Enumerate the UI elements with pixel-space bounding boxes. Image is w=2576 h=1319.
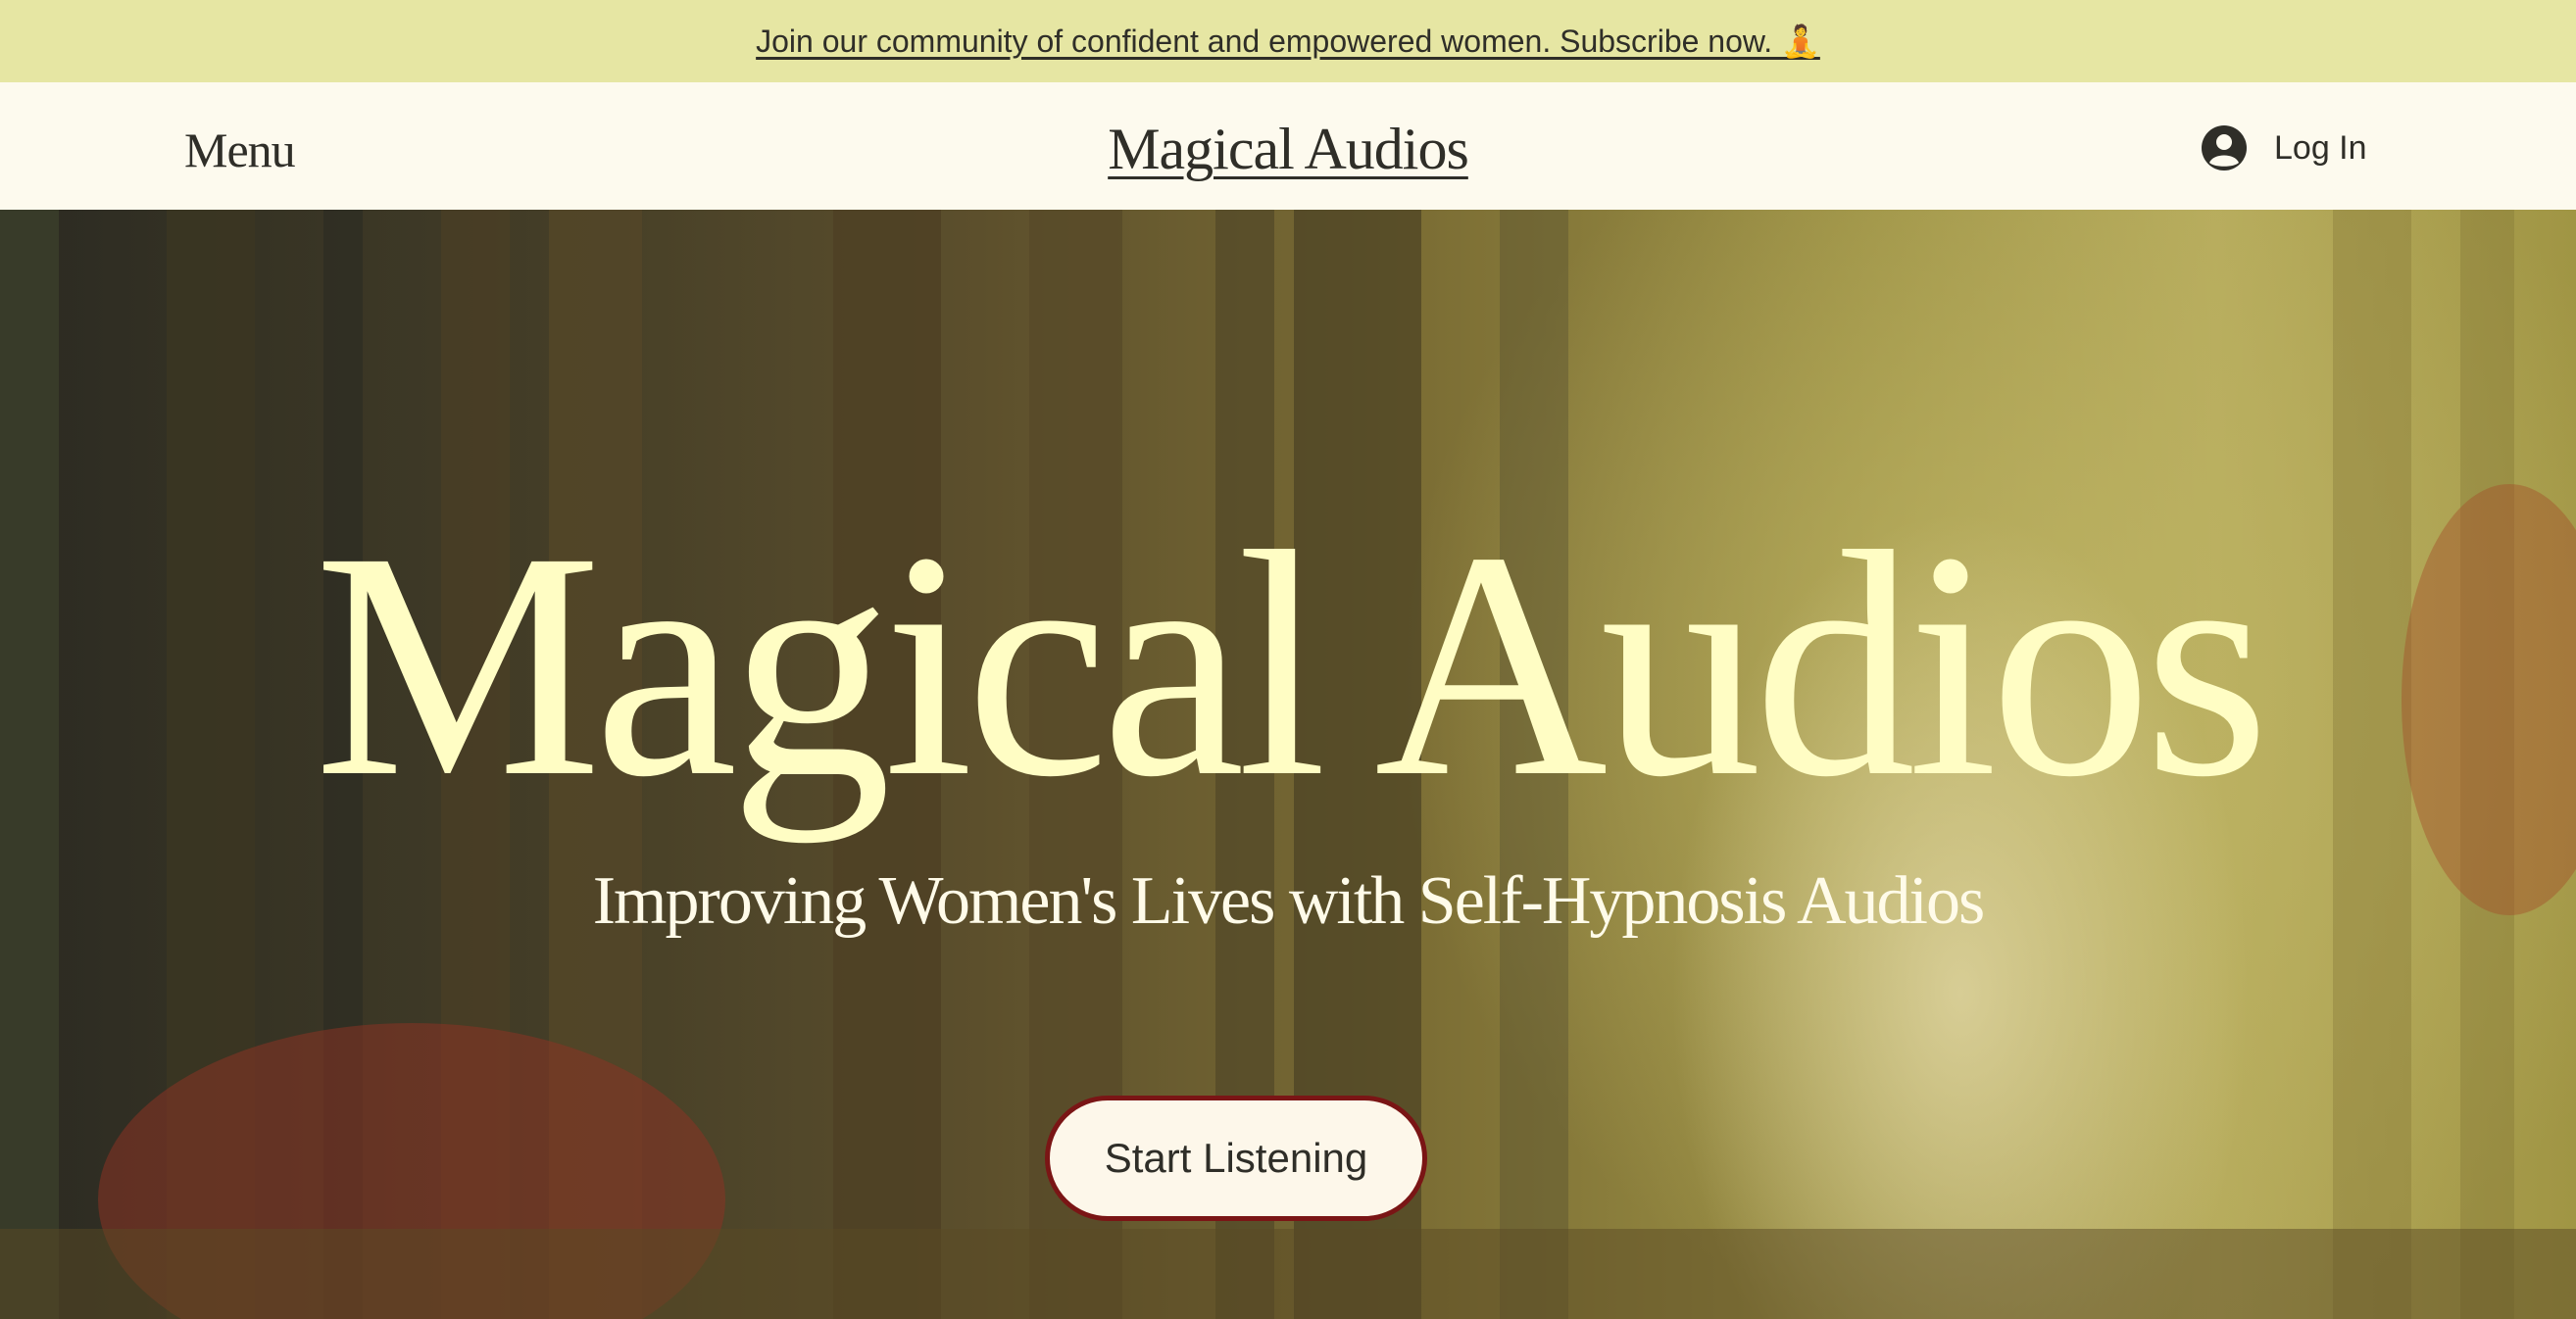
hero-subtitle: Improving Women's Lives with Self-Hypnos… <box>592 863 1985 939</box>
login-label: Log In <box>2274 128 2367 167</box>
subscribe-announcement-link[interactable]: Join our community of confident and empo… <box>756 23 1820 60</box>
announcement-bar: Join our community of confident and empo… <box>0 0 2576 82</box>
site-header: Menu Magical Audios Log In <box>0 82 2576 210</box>
hero-section: Magical Audios Improving Women's Lives w… <box>0 210 2576 1319</box>
login-button[interactable]: Log In <box>2202 123 2367 172</box>
start-listening-button[interactable]: Start Listening <box>1045 1096 1427 1221</box>
user-avatar-icon <box>2202 125 2247 171</box>
logo-link[interactable]: Magical Audios <box>1108 117 1469 181</box>
site-logo: Magical Audios <box>0 116 2576 183</box>
hero-title: Magical Audios <box>314 486 2270 844</box>
